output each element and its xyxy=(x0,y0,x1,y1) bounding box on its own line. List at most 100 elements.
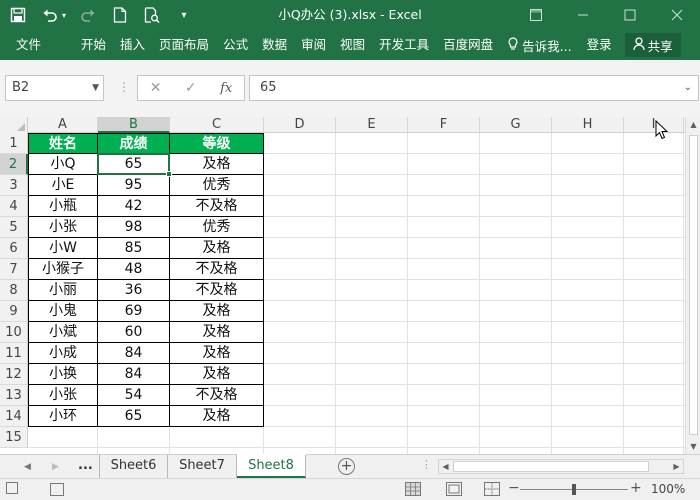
cell-grade[interactable]: 优秀 xyxy=(170,217,264,238)
vertical-scroll-thumb[interactable] xyxy=(689,135,698,435)
column-header-e[interactable]: E xyxy=(336,117,408,133)
customize-toolbar-icon[interactable]: ▾ xyxy=(172,3,196,27)
cell-score[interactable]: 48 xyxy=(98,259,170,280)
row-header-6[interactable]: 6 xyxy=(0,238,28,259)
row-header-10[interactable]: 10 xyxy=(0,322,28,343)
name-box-dropdown-icon[interactable]: ▼ xyxy=(92,76,99,100)
cell-name[interactable]: 小换 xyxy=(28,364,98,385)
cell-score[interactable]: 95 xyxy=(98,175,170,196)
cell-grade[interactable]: 及格 xyxy=(170,154,264,175)
cell-score[interactable]: 65 xyxy=(98,154,170,175)
cell-name[interactable]: 小斌 xyxy=(28,322,98,343)
cell-grade[interactable]: 不及格 xyxy=(170,280,264,301)
cell-grade[interactable]: 及格 xyxy=(170,301,264,322)
cell-name[interactable]: 小成 xyxy=(28,343,98,364)
cell-name[interactable]: 小Q xyxy=(28,154,98,175)
tab-home[interactable]: 开始 xyxy=(74,30,113,60)
sheet-tab-sheet7[interactable]: Sheet7 xyxy=(168,455,237,478)
undo-icon[interactable] xyxy=(38,3,62,27)
enter-icon[interactable]: ✓ xyxy=(185,80,197,96)
prev-sheet-icon[interactable]: ◀ xyxy=(24,455,31,479)
new-sheet-icon[interactable]: + xyxy=(338,458,355,475)
row-header-2[interactable]: 2 xyxy=(0,154,28,175)
cell-name[interactable]: 小张 xyxy=(28,385,98,406)
cancel-icon[interactable]: ✕ xyxy=(150,80,162,96)
redo-icon[interactable] xyxy=(76,3,100,27)
minimize-icon[interactable] xyxy=(559,0,606,30)
row-header-5[interactable]: 5 xyxy=(0,217,28,238)
row-header-7[interactable]: 7 xyxy=(0,259,28,280)
page-layout-view-icon[interactable] xyxy=(446,482,462,496)
cell-score[interactable]: 54 xyxy=(98,385,170,406)
ribbon-display-options-icon[interactable] xyxy=(512,0,559,30)
row-header-1[interactable]: 1 xyxy=(0,133,28,154)
cell-grade[interactable]: 优秀 xyxy=(170,175,264,196)
insert-function-icon[interactable]: fx xyxy=(220,81,232,96)
zoom-out-icon[interactable]: − xyxy=(508,480,520,496)
cell-name[interactable]: 小张 xyxy=(28,217,98,238)
normal-view-icon[interactable] xyxy=(405,482,421,496)
vertical-scrollbar[interactable]: ▲ ▼ xyxy=(685,117,700,454)
column-header-f[interactable]: F xyxy=(408,117,480,133)
column-header-h[interactable]: H xyxy=(552,117,624,133)
sheet-tab-sheet6[interactable]: Sheet6 xyxy=(99,455,168,478)
cell-name[interactable]: 小E xyxy=(28,175,98,196)
cell-name[interactable]: 小W xyxy=(28,238,98,259)
zoom-level[interactable]: 100% xyxy=(651,482,685,496)
row-header-14[interactable]: 14 xyxy=(0,406,28,427)
tab-insert[interactable]: 插入 xyxy=(113,30,152,60)
maximize-icon[interactable] xyxy=(606,0,653,30)
cell-score[interactable]: 42 xyxy=(98,196,170,217)
next-sheet-icon[interactable]: ▶ xyxy=(52,455,59,479)
cell-score[interactable]: 36 xyxy=(98,280,170,301)
tab-developer[interactable]: 开发工具 xyxy=(372,30,436,60)
column-header-a[interactable]: A xyxy=(28,117,98,133)
row-header-13[interactable]: 13 xyxy=(0,385,28,406)
worksheet-grid[interactable]: A B C D E F G H I 1 2 3 4 5 6 7 8 9 10 11 12 13 14 15 姓名 成绩 等级 小Q 65… xyxy=(0,117,700,454)
column-header-c[interactable]: C xyxy=(170,117,264,133)
horizontal-scrollbar[interactable]: ◀ ▶ xyxy=(438,459,684,474)
cell-grade[interactable]: 不及格 xyxy=(170,259,264,280)
column-header-g[interactable]: G xyxy=(480,117,552,133)
close-icon[interactable] xyxy=(653,0,700,30)
expand-formula-bar-icon[interactable]: ⌄ xyxy=(684,76,692,100)
scroll-left-icon[interactable]: ◀ xyxy=(439,460,452,473)
login-button[interactable]: 登录 xyxy=(580,30,619,60)
page-break-preview-icon[interactable] xyxy=(484,482,500,496)
row-header-8[interactable]: 8 xyxy=(0,280,28,301)
column-header-b[interactable]: B xyxy=(98,117,170,133)
tab-view[interactable]: 视图 xyxy=(333,30,372,60)
cell-grade[interactable]: 及格 xyxy=(170,406,264,427)
cell-score[interactable]: 85 xyxy=(98,238,170,259)
cell-score[interactable]: 65 xyxy=(98,406,170,427)
print-preview-icon[interactable] xyxy=(140,3,164,27)
name-box[interactable]: B2 ▼ xyxy=(5,75,104,101)
tab-baidu-netdisk[interactable]: 百度网盘 xyxy=(436,30,500,60)
tab-page-layout[interactable]: 页面布局 xyxy=(152,30,216,60)
row-header-15[interactable]: 15 xyxy=(0,427,28,448)
row-header-9[interactable]: 9 xyxy=(0,301,28,322)
column-header-i[interactable]: I xyxy=(624,117,684,133)
scroll-down-icon[interactable]: ▼ xyxy=(686,439,700,454)
tab-formulas[interactable]: 公式 xyxy=(216,30,255,60)
tab-data[interactable]: 数据 xyxy=(255,30,294,60)
sheet-tab-sheet8[interactable]: Sheet8 xyxy=(237,455,306,478)
tell-me-search[interactable]: 告诉我... xyxy=(500,30,579,60)
macro-record-icon[interactable] xyxy=(50,483,64,496)
cell-grade[interactable]: 不及格 xyxy=(170,196,264,217)
cell-grade[interactable]: 及格 xyxy=(170,364,264,385)
zoom-slider-thumb[interactable] xyxy=(572,484,576,495)
cell-score[interactable]: 84 xyxy=(98,343,170,364)
cell-grade[interactable]: 不及格 xyxy=(170,385,264,406)
cell-name[interactable]: 小鬼 xyxy=(28,301,98,322)
horizontal-scroll-thumb[interactable] xyxy=(453,461,649,472)
row-header-11[interactable]: 11 xyxy=(0,343,28,364)
cell-name[interactable]: 小环 xyxy=(28,406,98,427)
zoom-in-icon[interactable]: + xyxy=(630,480,642,496)
cell-score[interactable]: 69 xyxy=(98,301,170,322)
formula-bar-resize-handle[interactable]: ⋮ xyxy=(118,80,130,94)
row-header-12[interactable]: 12 xyxy=(0,364,28,385)
new-document-icon[interactable] xyxy=(108,3,132,27)
cell-grade[interactable]: 及格 xyxy=(170,238,264,259)
formula-input[interactable]: 65 ⌄ xyxy=(249,75,699,101)
